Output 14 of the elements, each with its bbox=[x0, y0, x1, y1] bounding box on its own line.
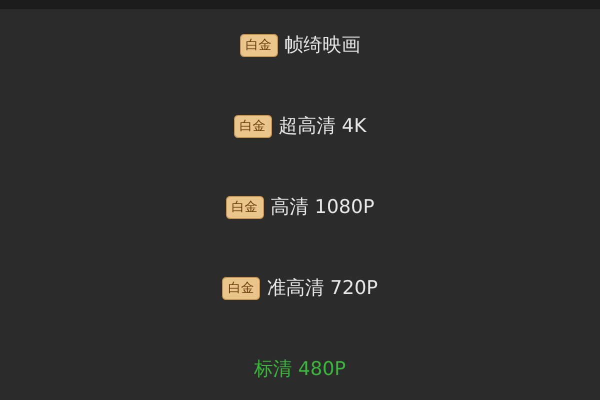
vip-badge: 白金 bbox=[234, 115, 272, 138]
quality-option[interactable]: 白金 高清 1080P bbox=[222, 193, 378, 222]
quality-option[interactable]: 白金 准高清 720P bbox=[218, 274, 382, 303]
option-label: 超高清 4K bbox=[278, 114, 366, 140]
vip-badge: 白金 bbox=[226, 196, 264, 219]
quality-option[interactable]: 标清 480P bbox=[250, 355, 350, 384]
quality-option[interactable]: 白金 帧绮映画 bbox=[236, 31, 364, 60]
vip-badge: 白金 bbox=[222, 277, 260, 300]
option-label: 帧绮映画 bbox=[284, 33, 360, 58]
option-label: 准高清 720P bbox=[267, 276, 378, 302]
option-label: 标清 480P bbox=[254, 357, 346, 382]
quality-option[interactable]: 白金 超高清 4K bbox=[230, 112, 370, 141]
vip-badge: 白金 bbox=[240, 34, 278, 57]
option-label: 高清 1080P bbox=[270, 195, 374, 220]
